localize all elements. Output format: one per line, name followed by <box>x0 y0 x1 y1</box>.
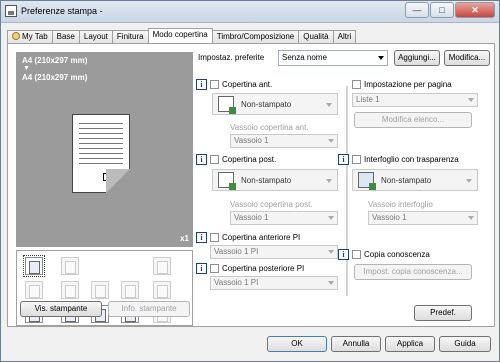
tab-my-tab[interactable]: My Tab <box>7 30 53 43</box>
front-pi-tray: Vassoio 1 PI <box>214 247 259 256</box>
edit-list-button[interactable]: Modifica elenco... <box>354 112 472 128</box>
preset-select[interactable]: Senza nome <box>278 50 388 66</box>
transparency-checkbox[interactable] <box>352 155 361 164</box>
add-preset-button[interactable]: Aggiungi... <box>394 50 440 66</box>
column-divider <box>346 86 348 296</box>
back-cover-mode: Non-stampato <box>241 176 292 185</box>
front-cover-mode: Non-stampato <box>241 100 292 109</box>
front-pi-label: Copertina anteriore PI <box>222 233 301 242</box>
front-cover-tray-select[interactable]: Vassoio 1 <box>230 134 338 148</box>
edit-preset-button[interactable]: Modifica... <box>444 50 490 66</box>
info-icon[interactable]: i <box>196 232 207 243</box>
front-cover-icon <box>218 96 236 114</box>
font-icon[interactable] <box>91 281 109 299</box>
minimize-button[interactable]: — <box>405 2 429 18</box>
tab-label: My Tab <box>22 32 48 41</box>
preview-pane: A4 (210x297 mm) ▼ A4 (210x297 mm) x1 <box>16 52 193 247</box>
info-icon[interactable]: i <box>196 79 207 90</box>
staple-icon[interactable] <box>61 257 79 275</box>
info-icon[interactable]: i <box>196 154 207 165</box>
help-button[interactable]: Guida <box>439 336 491 352</box>
preset-label: Impostaz. preferite <box>198 53 265 62</box>
info-icon[interactable]: i <box>338 154 349 165</box>
defaults-button[interactable]: Predef. <box>414 305 472 321</box>
close-button[interactable]: ✕ <box>455 2 495 18</box>
front-cover-mode-select[interactable]: Non-stampato <box>212 93 338 115</box>
window-title: Preferenze stampa - <box>21 6 103 16</box>
tab-quality[interactable]: Qualità <box>298 30 334 43</box>
cancel-button[interactable]: Annulla <box>331 336 381 352</box>
per-page-list: Liste 1 <box>356 95 380 104</box>
printer-view-button[interactable]: Vis. stampante <box>20 301 102 317</box>
interleaf-tray-select[interactable]: Vassoio 1 <box>368 211 478 225</box>
cover-icon[interactable] <box>23 255 45 277</box>
tab-cover-mode[interactable]: Modo copertina <box>147 28 213 43</box>
apply-button[interactable]: Applica <box>385 336 435 352</box>
front-cover-label: Copertina ant. <box>222 80 273 89</box>
preview-arrow: ▼ <box>23 65 30 72</box>
back-cover-tray-select[interactable]: Vassoio 1 <box>230 211 338 225</box>
preview-page <box>72 114 130 193</box>
back-cover-tray: Vassoio 1 <box>234 213 269 222</box>
back-cover-checkbox[interactable] <box>210 155 219 164</box>
tab-layout[interactable]: Layout <box>78 30 113 43</box>
copy-icon[interactable] <box>25 281 43 299</box>
back-cover-mode-select[interactable]: Non-stampato <box>212 169 338 191</box>
front-cover-checkbox[interactable] <box>210 80 219 89</box>
preset-value: Senza nome <box>282 53 327 62</box>
booklet-icon[interactable] <box>153 281 171 299</box>
transparency-label: Interfoglio con trasparenza <box>364 155 459 164</box>
watermark-icon[interactable] <box>121 281 139 299</box>
transparency-icon <box>358 172 376 190</box>
info-icon[interactable]: i <box>338 249 349 260</box>
ok-button[interactable]: OK <box>267 336 327 352</box>
back-pi-label: Copertina posteriore PI <box>222 264 305 273</box>
printer-icon <box>5 5 17 17</box>
smiley-icon <box>12 32 20 40</box>
front-cover-tray: Vassoio 1 <box>234 136 269 145</box>
tab-strip: My Tab Base Layout Finitura Modo coperti… <box>7 28 357 43</box>
tab-base[interactable]: Base <box>51 30 80 43</box>
front-cover-tray-label: Vassoio copertina ant. <box>230 123 309 132</box>
transparency-mode: Non-stampato <box>381 176 432 185</box>
fold-icon[interactable] <box>153 257 171 275</box>
back-cover-tray-label: Vassoio copertina post. <box>230 200 313 209</box>
back-pi-tray-select[interactable]: Vassoio 1 PI <box>210 276 338 290</box>
front-pi-checkbox[interactable] <box>210 233 219 242</box>
print-preferences-window: Preferenze stampa - — □ ✕ My Tab Base La… <box>0 0 500 362</box>
back-pi-checkbox[interactable] <box>210 264 219 273</box>
front-pi-tray-select[interactable]: Vassoio 1 PI <box>210 245 338 259</box>
back-pi-tray: Vassoio 1 PI <box>214 278 259 287</box>
tab-other[interactable]: Altri <box>332 30 357 43</box>
interleaf-tray-label: Vassoio interfoglio <box>368 200 433 209</box>
copy-count: x1 <box>180 234 189 243</box>
per-page-list-select[interactable]: Liste 1 <box>352 93 478 107</box>
carbon-copy-label: Copia conoscenza <box>364 250 430 259</box>
page-fold <box>106 169 130 193</box>
transparency-mode-select[interactable]: Non-stampato <box>352 169 478 191</box>
carbon-copy-settings-button[interactable]: Impost. copia conoscenza... <box>354 264 472 280</box>
per-page-label: Impostazione per pagina <box>364 80 452 89</box>
back-cover-label: Copertina post. <box>222 155 277 164</box>
printer-info-button[interactable]: Info. stampante <box>108 301 190 317</box>
tab-panel: A4 (210x297 mm) ▼ A4 (210x297 mm) x1 Vis… <box>7 43 495 327</box>
per-page-checkbox[interactable] <box>352 80 361 89</box>
preview-paper-size: A4 (210x297 mm) <box>22 56 88 65</box>
tab-finishing[interactable]: Finitura <box>111 30 149 43</box>
info-icon[interactable]: i <box>196 263 207 274</box>
maximize-button[interactable]: □ <box>430 2 454 18</box>
tab-stamp[interactable]: Timbro/Composizione <box>211 30 300 43</box>
back-cover-icon <box>218 172 236 190</box>
title-bar: Preferenze stampa - — □ ✕ <box>1 1 499 23</box>
interleaf-tray: Vassoio 1 <box>372 213 407 222</box>
combine-icon[interactable] <box>61 281 79 299</box>
preview-output-size: A4 (210x297 mm) <box>22 73 88 82</box>
carbon-copy-checkbox[interactable] <box>352 250 361 259</box>
